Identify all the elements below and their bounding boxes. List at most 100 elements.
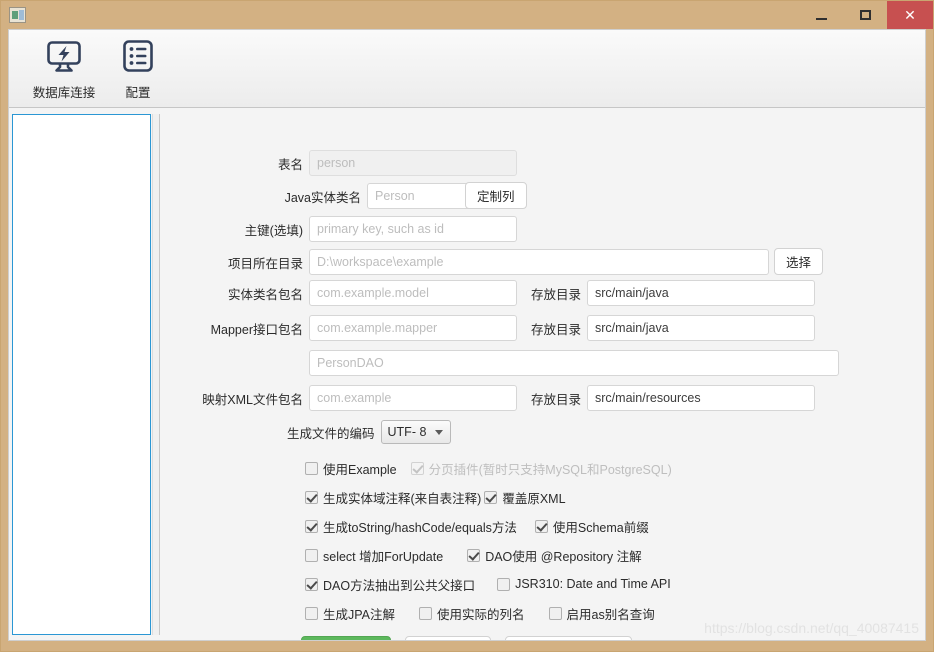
field-row-primary-key: 主键(选填)	[161, 216, 517, 242]
toolbar-item-config-label: 配置	[125, 82, 150, 101]
file-encoding-value: UTF- 8	[388, 425, 427, 439]
checkbox-label: 覆盖原XML	[502, 488, 565, 507]
title-bar: ✕	[1, 1, 933, 29]
option-row-5: DAO方法抽出到公共父接口 JSR310: Date and Time API	[305, 574, 685, 594]
open-generated-folder-button[interactable]: 打开生成文件夹	[505, 636, 632, 641]
checkbox-box	[419, 607, 432, 620]
field-row-entity-package-name: 实体类名包名	[161, 280, 517, 306]
field-row-mapping-xml-package-name: 映射XML文件包名	[161, 385, 517, 411]
form-panel: 表名 Java实体类名 定制列 主键(选填) 项目所在目录 选择	[161, 114, 923, 641]
toolbar-item-config[interactable]: 配置	[101, 36, 175, 101]
checkbox-label: 生成toString/hashCode/equals方法	[323, 517, 517, 536]
checkbox-label: DAO方法抽出到公共父接口	[323, 575, 475, 594]
checkbox-use-actual-column-names[interactable]: 使用实际的列名	[419, 604, 525, 623]
toolbar-item-database-connection[interactable]: 数据库连接	[27, 36, 101, 101]
toolbar: 数据库连接 配置	[9, 30, 925, 108]
generate-code-button[interactable]: 代码生成	[301, 636, 391, 641]
field-row-entity-storage-dir: 存放目录	[531, 280, 815, 306]
option-row-4: select 增加ForUpdate DAO使用 @Repository 注解	[305, 545, 656, 565]
field-row-project-directory: 项目所在目录	[161, 249, 769, 275]
entity-storage-dir-label: 存放目录	[531, 284, 587, 303]
app-window-icon	[9, 7, 26, 23]
checkbox-jsr310-date-time-api[interactable]: JSR310: Date and Time API	[497, 577, 671, 591]
save-config-button[interactable]: 保存配置	[405, 636, 491, 641]
custom-column-button[interactable]: 定制列	[465, 182, 527, 209]
minimize-button[interactable]	[799, 1, 843, 29]
mapper-storage-dir-input[interactable]	[587, 315, 815, 341]
checkbox-pagination-plugin[interactable]: 分页插件(暂时只支持MySQL和PostgreSQL)	[411, 459, 672, 478]
mapper-storage-dir-label: 存放目录	[531, 319, 587, 338]
mapper-package-name-label: Mapper接口包名	[211, 319, 309, 338]
option-row-3: 生成toString/hashCode/equals方法 使用Schema前缀	[305, 516, 663, 536]
checkbox-box	[411, 462, 424, 475]
checkbox-box	[305, 491, 318, 504]
table-name-label: 表名	[278, 154, 309, 173]
checkbox-overwrite-original-xml[interactable]: 覆盖原XML	[484, 488, 565, 507]
checkbox-label: 使用Schema前缀	[553, 517, 649, 536]
mapping-xml-package-name-input[interactable]	[309, 385, 517, 411]
option-row-2: 生成实体域注释(来自表注释) 覆盖原XML	[305, 487, 580, 507]
checkbox-box	[467, 549, 480, 562]
checkbox-use-schema-prefix[interactable]: 使用Schema前缀	[535, 517, 649, 536]
checkbox-use-example[interactable]: 使用Example	[305, 459, 397, 478]
mapping-xml-package-name-label: 映射XML文件包名	[202, 389, 309, 408]
file-encoding-label: 生成文件的编码	[287, 423, 381, 442]
field-row-java-entity-class-name: Java实体类名	[161, 183, 517, 209]
primary-key-input[interactable]	[309, 216, 517, 242]
project-directory-input[interactable]	[309, 249, 769, 275]
config-list-icon	[118, 36, 158, 76]
checkbox-label: select 增加ForUpdate	[323, 546, 443, 565]
file-encoding-select[interactable]: UTF- 8	[381, 420, 451, 444]
entity-package-name-input[interactable]	[309, 280, 517, 306]
panel-splitter[interactable]	[152, 114, 160, 635]
chevron-down-icon	[435, 430, 443, 435]
minimize-icon	[816, 18, 827, 20]
field-row-mapper-storage-dir: 存放目录	[531, 315, 815, 341]
mapper-package-name-input[interactable]	[309, 315, 517, 341]
checkbox-select-add-for-update[interactable]: select 增加ForUpdate	[305, 546, 443, 565]
maximize-icon	[860, 10, 871, 20]
field-row-xml-storage-dir: 存放目录	[531, 385, 815, 411]
java-entity-class-name-label: Java实体类名	[285, 187, 367, 206]
custom-interface-name-input[interactable]	[309, 350, 839, 376]
checkbox-box	[305, 520, 318, 533]
checkbox-label: 使用实际的列名	[437, 604, 525, 623]
checkbox-enable-as-alias-query[interactable]: 启用as别名查询	[549, 604, 655, 623]
field-row-file-encoding: 生成文件的编码 UTF- 8	[287, 419, 451, 445]
option-row-6: 生成JPA注解 使用实际的列名 启用as别名查询	[305, 603, 669, 623]
checkbox-label: DAO使用 @Repository 注解	[485, 546, 641, 565]
client-area: 数据库连接 配置	[8, 29, 926, 641]
checkbox-generate-tostring-hashcode-equals[interactable]: 生成toString/hashCode/equals方法	[305, 517, 517, 536]
checkbox-generate-entity-field-comments[interactable]: 生成实体域注释(来自表注释)	[305, 488, 481, 507]
xml-storage-dir-label: 存放目录	[531, 389, 587, 408]
checkbox-box	[305, 549, 318, 562]
table-name-input[interactable]	[309, 150, 517, 176]
checkbox-generate-jpa-annotation[interactable]: 生成JPA注解	[305, 604, 395, 623]
database-connection-icon	[44, 36, 84, 76]
primary-key-label: 主键(选填)	[245, 220, 309, 239]
table-list-panel[interactable]	[12, 114, 151, 635]
checkbox-label: 生成实体域注释(来自表注释)	[323, 488, 481, 507]
choose-directory-button[interactable]: 选择	[774, 248, 823, 275]
checkbox-label: 分页插件(暂时只支持MySQL和PostgreSQL)	[429, 459, 672, 478]
checkbox-label: 生成JPA注解	[323, 604, 395, 623]
xml-storage-dir-input[interactable]	[587, 385, 815, 411]
maximize-button[interactable]	[843, 1, 887, 29]
app-window: ✕ 数据库连接	[0, 0, 934, 652]
project-directory-label: 项目所在目录	[228, 253, 309, 272]
entity-storage-dir-input[interactable]	[587, 280, 815, 306]
option-row-1: 使用Example 分页插件(暂时只支持MySQL和PostgreSQL)	[305, 458, 686, 478]
field-row-mapper-package-name: Mapper接口包名	[161, 315, 517, 341]
watermark: https://blog.csdn.net/qq_40087415	[704, 620, 919, 636]
checkbox-box	[484, 491, 497, 504]
close-button[interactable]: ✕	[887, 1, 933, 29]
action-buttons: 代码生成 保存配置 打开生成文件夹	[301, 636, 632, 641]
checkbox-label: 使用Example	[323, 459, 397, 478]
checkbox-label: 启用as别名查询	[567, 604, 655, 623]
checkbox-box	[305, 578, 318, 591]
checkbox-dao-methods-to-common-parent-interface[interactable]: DAO方法抽出到公共父接口	[305, 575, 475, 594]
checkbox-box	[305, 462, 318, 475]
field-row-table-name: 表名	[161, 150, 517, 176]
checkbox-box	[535, 520, 548, 533]
checkbox-dao-use-repository-annotation[interactable]: DAO使用 @Repository 注解	[467, 546, 641, 565]
